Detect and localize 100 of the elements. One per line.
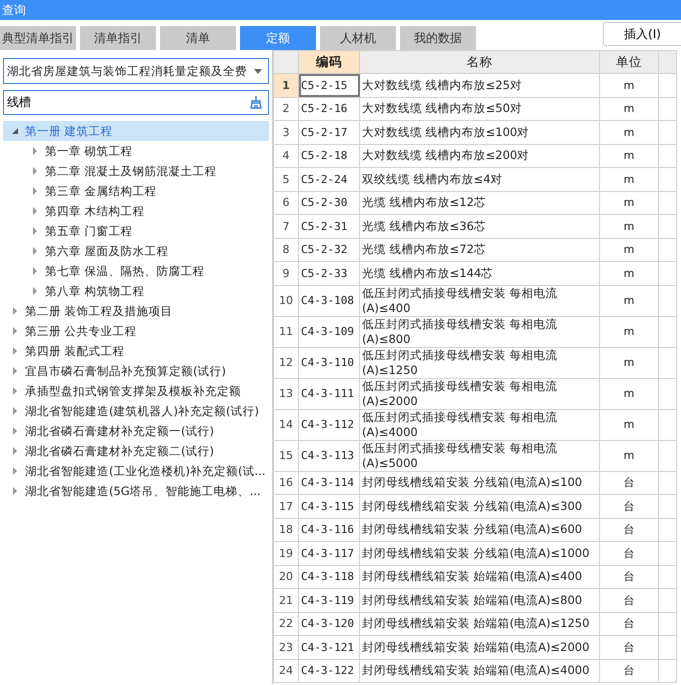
table-cell: 大对数线缆 线槽内布放≤25对 [360,74,600,97]
tree-item[interactable]: 第四册 装配式工程 [3,341,269,361]
tree-item[interactable]: 第三册 公共专业工程 [3,321,269,341]
table-cell: m [600,262,658,285]
row-number[interactable]: 15 [274,440,298,471]
row-number[interactable]: 13 [274,378,298,409]
row-number[interactable]: 16 [274,471,298,494]
expander-icon[interactable] [31,247,39,255]
expander-icon[interactable] [11,367,19,375]
expander-icon[interactable] [31,227,39,235]
table-cell: 台 [600,636,658,659]
table-cell: m [600,285,658,316]
expander-icon[interactable] [11,447,19,455]
expander-icon[interactable] [11,467,19,475]
caret-icon [254,68,262,74]
row-number[interactable]: 14 [274,409,298,440]
column-header[interactable]: 单位 [600,50,658,74]
expander-icon[interactable] [31,287,39,295]
expander-icon[interactable] [11,487,19,495]
table-cell: C5-2-32 [298,238,360,262]
tree-item[interactable]: 湖北省智能建造(工业化造楼机)补充定额(试... [3,461,269,481]
table-cell: 台 [600,471,658,494]
table-cell: m [600,440,658,471]
table-cell: C4-3-112 [298,409,360,440]
table-cell: 大对数线缆 线槽内布放≤50对 [360,97,600,120]
insert-button[interactable]: 插入(I) [603,22,681,46]
table-cell: 低压封闭式插接母线槽安装 每相电流 (A)≤4000 [360,409,600,440]
row-number[interactable]: 10 [274,285,298,316]
tree-item[interactable]: 湖北省磷石膏建材补充定额二(试行) [3,441,269,461]
table-cell: 台 [600,659,658,682]
tree-item[interactable]: 第一章 砌筑工程 [3,141,269,161]
tree-item[interactable]: 湖北省智能建造(5G塔吊、智能施工电梯、... [3,481,269,501]
row-number[interactable]: 4 [274,144,298,168]
table-cell: C4-3-111 [298,378,360,409]
row-number[interactable]: 7 [274,214,298,238]
tab[interactable]: 清单指引 [80,26,156,50]
row-number[interactable]: 1 [274,74,298,97]
expander-icon[interactable] [31,187,39,195]
row-number[interactable]: 12 [274,347,298,378]
row-number[interactable]: 8 [274,238,298,262]
table-cell: 大对数线缆 线槽内布放≤200对 [360,144,600,168]
expander-icon[interactable] [31,147,39,155]
tree-item[interactable]: 第七章 保温、隔热、防腐工程 [3,261,269,281]
tab[interactable]: 人材机 [320,26,396,50]
expander-icon[interactable] [11,307,19,315]
expander-icon[interactable] [11,127,19,135]
row-number[interactable]: 2 [274,97,298,120]
table-cell: m [600,409,658,440]
table-cell: C5-2-31 [298,214,360,238]
expander-icon[interactable] [11,327,19,335]
expander-icon[interactable] [11,427,19,435]
row-number[interactable]: 22 [274,612,298,636]
expander-icon[interactable] [31,167,39,175]
tree-item[interactable]: 第二章 混凝土及钢筋混凝土工程 [3,161,269,181]
column-header[interactable]: 编码 [298,50,360,74]
library-dropdown[interactable]: 湖北省房屋建筑与装饰工程消耗量定额及全费 [3,58,269,84]
row-number[interactable]: 6 [274,191,298,214]
tab[interactable]: 清单 [160,26,236,50]
tree-item[interactable]: 第二册 装饰工程及措施项目 [3,301,269,321]
expander-icon[interactable] [11,347,19,355]
tab[interactable]: 典型清单指引 [0,26,76,50]
row-number[interactable]: 21 [274,588,298,612]
row-number[interactable]: 24 [274,659,298,682]
expander-icon[interactable] [11,387,19,395]
tab[interactable]: 我的数据 [400,26,476,50]
tree-item[interactable]: 第六章 屋面及防水工程 [3,241,269,261]
row-number[interactable]: 3 [274,120,298,144]
tree-item[interactable]: 第八章 构筑物工程 [3,281,269,301]
expander-icon[interactable] [31,267,39,275]
row-number[interactable]: 9 [274,262,298,285]
row-number[interactable]: 11 [274,316,298,347]
tree-item[interactable]: 第一册 建筑工程 [3,121,269,141]
table-cell: m [600,214,658,238]
table-cell: C4-3-122 [298,659,360,682]
table-cell: C4-3-110 [298,347,360,378]
broom-icon[interactable] [249,95,263,109]
table-cell: 封闭母线槽线箱安装 分线箱(电流A)≤600 [360,518,600,542]
tree-item[interactable]: 第三章 金属结构工程 [3,181,269,201]
window-title: 查询 [1,2,26,18]
row-number[interactable]: 5 [274,168,298,191]
table-cell: m [600,316,658,347]
row-number[interactable]: 17 [274,494,298,518]
table-cell: 封闭母线槽线箱安装 分线箱(电流A)≤1000 [360,542,600,565]
table-cell: 低压封闭式插接母线槽安装 每相电流 (A)≤1250 [360,347,600,378]
table-cell: C4-3-120 [298,612,360,636]
search-field[interactable]: 线槽 [3,90,269,115]
tree-item[interactable]: 湖北省磷石膏建材补充定额一(试行) [3,421,269,441]
row-number[interactable]: 18 [274,518,298,542]
row-number[interactable]: 23 [274,636,298,659]
table-cell: m [600,238,658,262]
tree-item[interactable]: 湖北省智能建造(建筑机器人)补充定额(试行) [3,401,269,421]
tree-item[interactable]: 第五章 门窗工程 [3,221,269,241]
tree-item[interactable]: 宜昌市磷石膏制品补充预算定额(试行) [3,361,269,381]
tree-item[interactable]: 承插型盘扣式钢管支撑架及模板补充定额 [3,381,269,401]
tree-item[interactable]: 第四章 木结构工程 [3,201,269,221]
expander-icon[interactable] [11,407,19,415]
column-header[interactable]: 名称 [360,50,600,74]
row-number[interactable]: 19 [274,542,298,565]
expander-icon[interactable] [31,207,39,215]
row-number[interactable]: 20 [274,565,298,588]
